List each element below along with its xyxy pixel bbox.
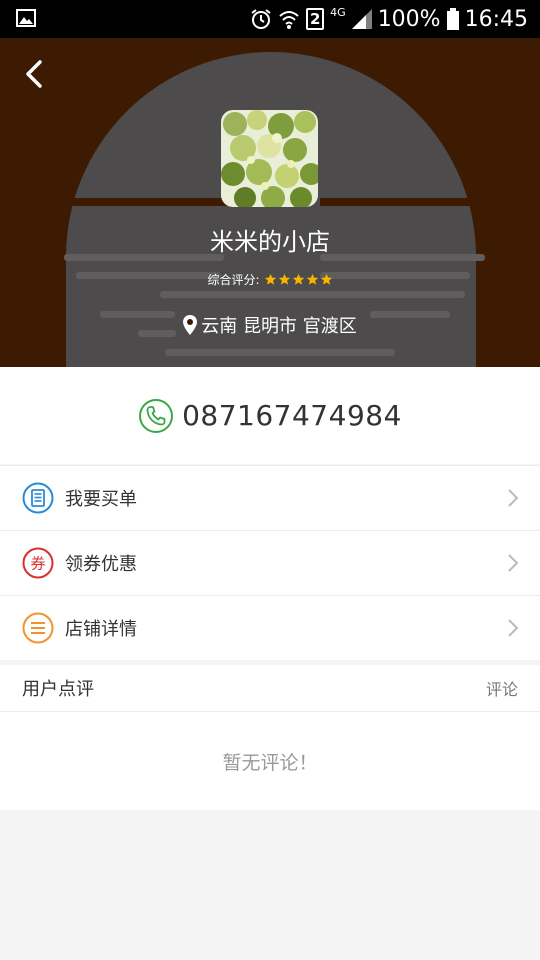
menu-item-label: 店铺详情 (65, 619, 137, 640)
phone-section[interactable]: 087167474984 (0, 367, 540, 464)
status-bar: 2 4G 100% 16:45 (0, 0, 540, 38)
menu-item-shop-details[interactable]: 店铺详情 (0, 595, 540, 660)
menu-item-label: 领券优惠 (65, 554, 137, 575)
reviews-empty-message: 暂无评论！ (222, 752, 318, 774)
rating-row: 综合评分: (0, 271, 540, 288)
star-icon (292, 273, 304, 285)
svg-text:券: 券 (30, 555, 45, 573)
shop-menu: 我要买单 券 领券优惠 店铺详情 (0, 465, 540, 660)
sim-badge: 2 (306, 8, 325, 30)
signal-icon (351, 9, 372, 29)
rating-label: 综合评分: (207, 273, 260, 287)
battery-percent: 100% (377, 6, 441, 32)
map-pin-icon (183, 315, 198, 335)
alarm-icon (251, 9, 271, 29)
star-icon (278, 273, 290, 285)
rating-stars (264, 273, 333, 286)
network-label: 4G (330, 6, 346, 19)
reviews-title: 用户点评 (22, 679, 94, 700)
location-text: 云南 昆明市 官渡区 (201, 316, 357, 337)
clock: 16:45 (464, 6, 528, 32)
image-icon (16, 9, 36, 27)
shop-name: 米米的小店 (210, 228, 330, 256)
chevron-left-icon[interactable] (18, 56, 54, 92)
phone-number[interactable]: 087167474984 (182, 399, 402, 432)
menu-item-label: 我要买单 (65, 489, 137, 510)
shop-photo (221, 110, 318, 207)
list-icon (22, 612, 54, 644)
location-row: 云南 昆明市 官渡区 (0, 312, 540, 338)
reviews-header: 用户点评 评论 (0, 665, 540, 712)
star-icon (264, 273, 276, 285)
wifi-icon (279, 11, 299, 29)
phone-icon[interactable] (138, 398, 174, 434)
bill-icon (22, 482, 54, 514)
reviews-section: 用户点评 评论 暂无评论！ (0, 665, 540, 810)
reviews-link[interactable]: 评论 (486, 676, 518, 700)
chevron-right-icon (508, 619, 519, 637)
status-icons: 2 4G 100% 16:45 (250, 4, 528, 34)
menu-item-coupons[interactable]: 券 领券优惠 (0, 530, 540, 595)
star-icon (320, 273, 332, 285)
chevron-right-icon (508, 489, 519, 507)
battery-icon (446, 8, 459, 30)
shop-avatar[interactable] (221, 110, 318, 207)
star-icon (306, 273, 318, 285)
chevron-right-icon (508, 554, 519, 572)
coupon-icon: 券 (22, 547, 54, 579)
menu-item-pay-bill[interactable]: 我要买单 (0, 465, 540, 530)
shop-header: 米米的小店 综合评分: 云南 昆明市 官渡区 (0, 38, 540, 367)
